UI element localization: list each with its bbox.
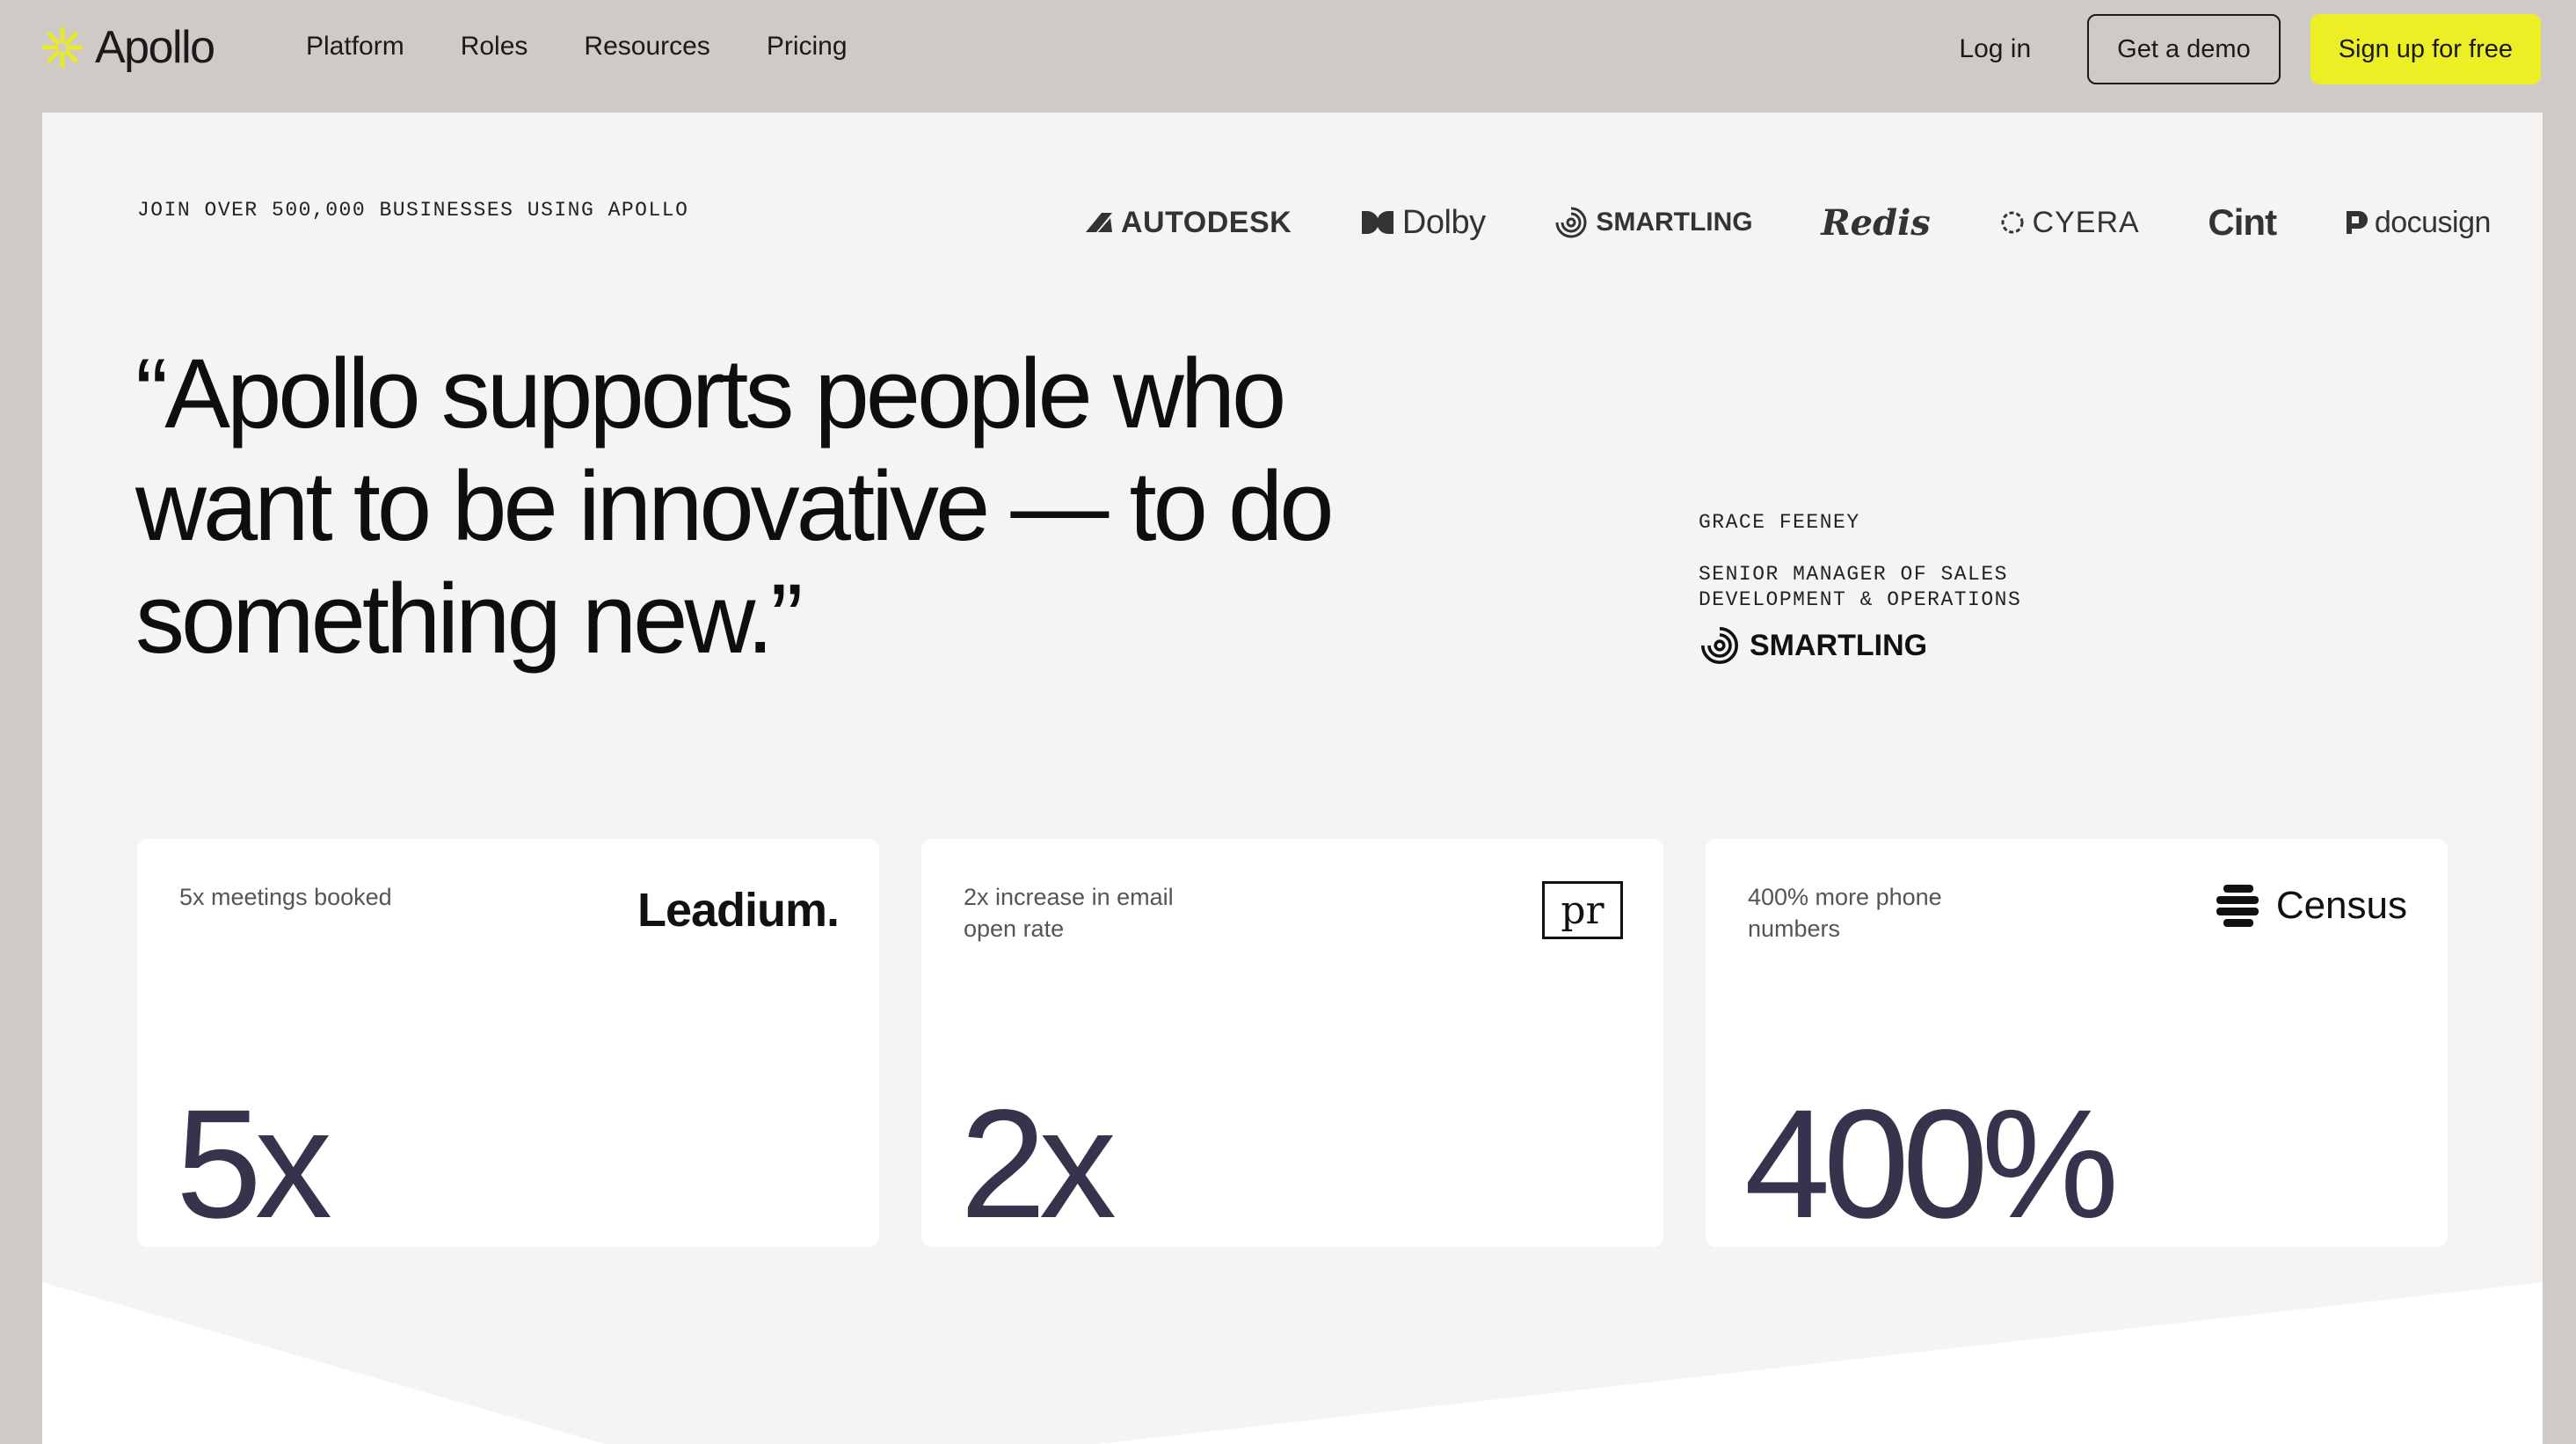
dolby-wordmark: Dolby — [1401, 203, 1486, 241]
author-company-name: SMARTLING — [1750, 628, 1928, 662]
cyera-wordmark: CYERA — [2032, 205, 2140, 239]
smartling-logo: SMARTLING — [1554, 205, 1753, 240]
testimonial-quote: “Apollo supports people who want to be i… — [135, 338, 1542, 675]
author-name: GRACE FEENEY — [1699, 511, 1860, 534]
nav-link-pricing[interactable]: Pricing — [767, 32, 848, 62]
apollo-sunburst-icon — [41, 26, 84, 69]
dolby-logo: Dolby — [1360, 204, 1486, 242]
nav-actions: Log in Get a demo Sign up for free — [1959, 14, 2541, 84]
login-link[interactable]: Log in — [1959, 34, 2031, 64]
section-divider-shape — [42, 1282, 2543, 1444]
stat-label: 5x meetings booked — [179, 884, 392, 910]
docusign-mark-icon — [2346, 211, 2368, 234]
stat-label: 400% more phone numbers — [1748, 884, 1942, 942]
census-mark-icon — [2216, 885, 2259, 927]
autodesk-logo: AUTODESK — [1084, 206, 1292, 240]
signup-button[interactable]: Sign up for free — [2310, 14, 2541, 84]
docusign-wordmark: docusign — [2374, 205, 2492, 239]
census-wordmark: Census — [2275, 884, 2407, 927]
leadium-wordmark: Leadium. — [637, 884, 840, 937]
stat-card-pr: 2x increase in email open rate pr 2x — [921, 839, 1663, 1251]
quote-line: want to be innovative — to do — [135, 451, 1335, 561]
main-nav-links: Platform Roles Resources Pricing — [306, 32, 848, 62]
cint-wordmark: Cint — [2208, 201, 2277, 243]
brand-name: Apollo — [95, 22, 215, 73]
cint-logo: Cint — [2208, 201, 2277, 244]
stat-card-census: 400% more phone numbers Census 400% — [1706, 839, 2448, 1251]
nav-link-roles[interactable]: Roles — [461, 32, 528, 62]
get-demo-button[interactable]: Get a demo — [2087, 14, 2281, 84]
cyera-mark-icon — [2001, 211, 2024, 234]
stat-value: 400% — [1744, 1078, 2119, 1251]
autodesk-mark-icon — [1086, 213, 1112, 232]
fingerprint-icon — [1701, 627, 1738, 664]
leadium-logo: Leadium. — [637, 883, 840, 937]
smartling-wordmark: SMARTLING — [1596, 208, 1753, 237]
census-logo: Census — [2213, 883, 2407, 929]
customer-logo-strip: AUTODESK Dolby SMARTLING Redis CYERA Cin… — [1084, 192, 2491, 253]
trust-headline: JOIN OVER 500,000 BUSINESSES USING APOLL… — [137, 199, 689, 222]
stat-card-leadium: 5x meetings booked Leadium. 5x — [137, 839, 879, 1251]
apollo-logo[interactable]: Apollo — [40, 21, 215, 74]
cyera-logo: CYERA — [1999, 206, 2140, 240]
fingerprint-icon — [1555, 207, 1587, 238]
author-role: SENIOR MANAGER OF SALES DEVELOPMENT & OP… — [1699, 563, 2022, 611]
stat-value: 5x — [176, 1078, 332, 1251]
stat-label: 2x increase in email open rate — [964, 884, 1174, 942]
testimonial-author: GRACE FEENEY SENIOR MANAGER OF SALES DEV… — [1699, 510, 2068, 613]
top-nav: Apollo Platform Roles Resources Pricing … — [0, 0, 2576, 113]
testimonial-section: JOIN OVER 500,000 BUSINESSES USING APOLL… — [42, 113, 2543, 1444]
autodesk-wordmark: AUTODESK — [1121, 205, 1292, 239]
redis-wordmark: Redis — [1821, 201, 1931, 244]
docusign-logo: docusign — [2345, 206, 2491, 240]
stat-value: 2x — [960, 1078, 1117, 1251]
nav-link-platform[interactable]: Platform — [306, 32, 404, 62]
quote-line: “Apollo supports people who — [135, 339, 1286, 449]
redis-logo: Redis — [1821, 202, 1930, 244]
nav-link-resources[interactable]: Resources — [584, 32, 709, 62]
quote-line: something new.” — [135, 564, 804, 674]
author-company-logo: SMARTLING — [1699, 624, 1927, 667]
dolby-mark-icon — [1361, 211, 1394, 234]
pr-wordmark: pr — [1542, 881, 1623, 939]
pr-logo: pr — [1542, 881, 1623, 939]
